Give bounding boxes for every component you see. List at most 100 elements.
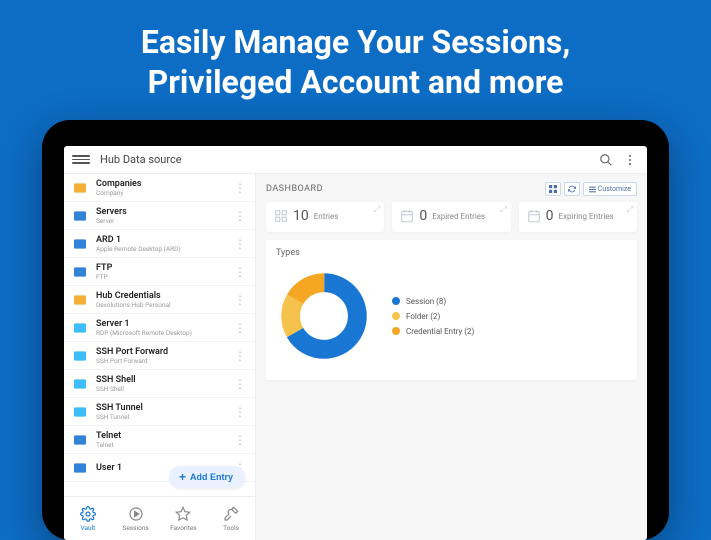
entry-icon (72, 404, 88, 420)
expand-icon[interactable]: ⤢ (374, 205, 380, 215)
entry-icon (72, 292, 88, 308)
chart-legend: Session (8) Folder (2) Credential Entry … (392, 297, 474, 336)
sidebar-entry[interactable]: Servers Server ⋮ (64, 202, 255, 230)
favorites-icon (175, 506, 191, 522)
dashboard-title: DASHBOARD (266, 184, 545, 194)
stat-count: 0 (419, 208, 427, 224)
sidebar-entry[interactable]: Hub Credentials Devolutions Hub Personal… (64, 286, 255, 314)
nav-vault[interactable]: Vault (64, 497, 112, 540)
entry-more-icon[interactable]: ⋮ (232, 265, 249, 279)
entry-subtitle: SSH Shell (96, 385, 232, 393)
entry-more-icon[interactable]: ⋮ (232, 405, 249, 419)
entry-subtitle: Apple Remote Desktop (ARD) (96, 245, 232, 253)
entry-subtitle: Telnet (96, 441, 232, 449)
entry-subtitle: SSH Tunnel (96, 413, 232, 421)
entry-subtitle: Company (96, 189, 232, 197)
stat-icon (400, 209, 414, 223)
types-donut-chart (280, 272, 368, 360)
entry-name: SSH Port Forward (96, 347, 232, 357)
entry-icon (72, 180, 88, 196)
sidebar-entry[interactable]: FTP FTP ⋮ (64, 258, 255, 286)
stat-count: 10 (293, 208, 309, 224)
refresh-button[interactable] (564, 182, 580, 196)
entry-subtitle: Devolutions Hub Personal (96, 301, 232, 309)
entry-more-icon[interactable]: ⋮ (232, 321, 249, 335)
tablet-frame: Hub Data source Companies Company ⋮ Serv… (42, 120, 669, 540)
entry-icon (72, 460, 88, 476)
stat-label: Expired Entries (432, 212, 485, 221)
legend-dot (392, 312, 400, 320)
sidebar-entry[interactable]: Companies Company ⋮ (64, 174, 255, 202)
more-icon[interactable] (621, 151, 639, 169)
entry-icon (72, 208, 88, 224)
nav-sessions[interactable]: Sessions (112, 497, 160, 540)
entry-name: Companies (96, 179, 232, 189)
nav-label: Favorites (170, 524, 197, 532)
sidebar: Companies Company ⋮ Servers Server ⋮ ARD… (64, 174, 256, 540)
entry-more-icon[interactable]: ⋮ (232, 377, 249, 391)
types-title: Types (276, 248, 627, 258)
entry-name: Telnet (96, 431, 232, 441)
sidebar-entry[interactable]: Server 1 RDP (Microsoft Remote Desktop) … (64, 314, 255, 342)
legend-label: Credential Entry (2) (406, 327, 474, 336)
header-title: Hub Data source (100, 153, 591, 166)
expand-icon[interactable]: ⤢ (500, 205, 506, 215)
hero-title: Easily Manage Your Sessions, Privileged … (0, 0, 711, 120)
entry-name: Servers (96, 207, 232, 217)
entry-icon (72, 320, 88, 336)
legend-dot (392, 327, 400, 335)
nav-favorites[interactable]: Favorites (160, 497, 208, 540)
sidebar-entry[interactable]: SSH Shell SSH Shell ⋮ (64, 370, 255, 398)
menu-icon[interactable] (72, 155, 90, 164)
entry-subtitle: Server (96, 217, 232, 225)
entry-more-icon[interactable]: ⋮ (232, 433, 249, 447)
entry-subtitle: SSH Port Forward (96, 357, 232, 365)
plus-icon: + (179, 471, 186, 483)
nav-label: Tools (223, 524, 239, 532)
legend-item: Credential Entry (2) (392, 327, 474, 336)
sidebar-entry[interactable]: ARD 1 Apple Remote Desktop (ARD) ⋮ (64, 230, 255, 258)
entry-icon (72, 348, 88, 364)
entry-more-icon[interactable]: ⋮ (232, 349, 249, 363)
search-icon[interactable] (597, 151, 615, 169)
view-grid-button[interactable] (545, 182, 561, 196)
entry-name: SSH Tunnel (96, 403, 232, 413)
add-entry-button[interactable]: + Add Entry (169, 466, 245, 488)
nav-tools[interactable]: Tools (207, 497, 255, 540)
entry-more-icon[interactable]: ⋮ (232, 293, 249, 307)
entry-name: Server 1 (96, 319, 232, 329)
nav-label: Sessions (123, 524, 149, 532)
sidebar-entry[interactable]: SSH Port Forward SSH Port Forward ⋮ (64, 342, 255, 370)
legend-item: Folder (2) (392, 312, 474, 321)
entry-icon (72, 264, 88, 280)
stat-card[interactable]: ⤢ 10 Entries (266, 202, 384, 232)
nav-label: Vault (80, 524, 95, 532)
stat-card[interactable]: ⤢ 0 Expired Entries (392, 202, 510, 232)
customize-button[interactable]: Customize (583, 182, 637, 196)
entry-more-icon[interactable]: ⋮ (232, 237, 249, 251)
entry-icon (72, 376, 88, 392)
entry-name: SSH Shell (96, 375, 232, 385)
customize-icon (589, 186, 596, 193)
sidebar-entry[interactable]: SSH Tunnel SSH Tunnel ⋮ (64, 398, 255, 426)
legend-dot (392, 297, 400, 305)
types-card: Types Session (8) Folder (2) Credential … (266, 240, 637, 380)
entry-subtitle: FTP (96, 273, 232, 281)
stat-icon (274, 209, 288, 223)
dashboard: DASHBOARD Customize (256, 174, 647, 540)
stat-label: Expiring Entries (559, 212, 614, 221)
entry-more-icon[interactable]: ⋮ (232, 209, 249, 223)
sidebar-entry[interactable]: Telnet Telnet ⋮ (64, 426, 255, 454)
stat-icon (527, 209, 541, 223)
bottom-nav: Vault Sessions Favorites Tools (64, 496, 255, 540)
stat-card[interactable]: ⤢ 0 Expiring Entries (519, 202, 637, 232)
tools-icon (223, 506, 239, 522)
entry-name: ARD 1 (96, 235, 232, 245)
app-screen: Hub Data source Companies Company ⋮ Serv… (64, 146, 647, 540)
app-header: Hub Data source (64, 146, 647, 174)
entry-more-icon[interactable]: ⋮ (232, 181, 249, 195)
legend-label: Session (8) (406, 297, 446, 306)
entry-subtitle: RDP (Microsoft Remote Desktop) (96, 329, 232, 337)
expand-icon[interactable]: ⤢ (627, 205, 633, 215)
sessions-icon (128, 506, 144, 522)
